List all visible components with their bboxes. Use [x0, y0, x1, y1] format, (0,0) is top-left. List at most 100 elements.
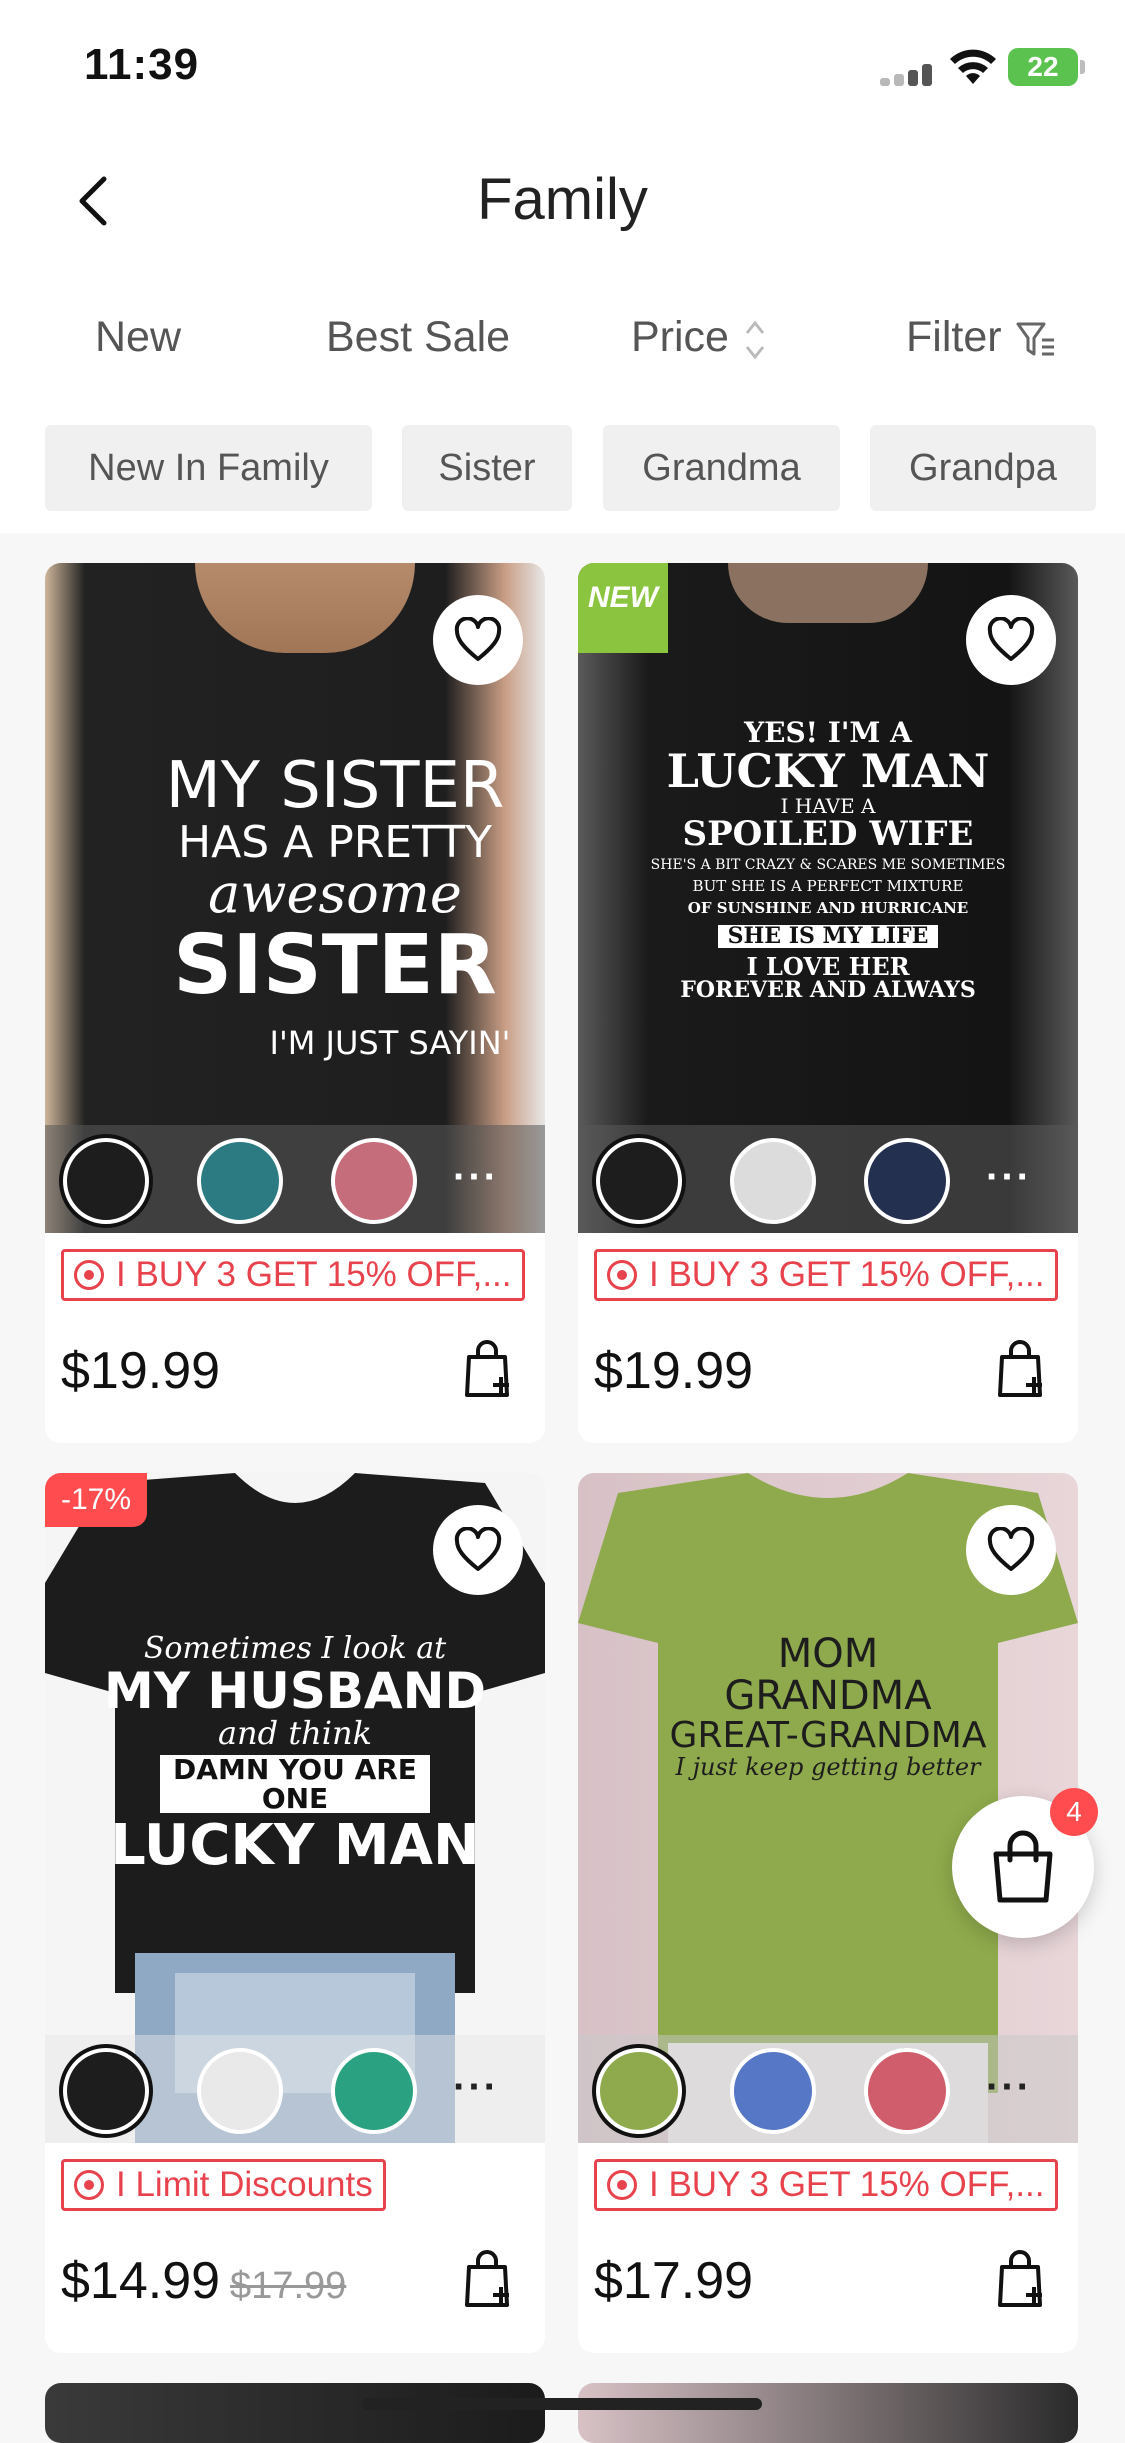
promo-tag: I BUY 3 GET 15% OFF,...: [594, 1249, 1058, 1301]
sort-best-sale-label: Best Sale: [326, 313, 511, 361]
chip-sister[interactable]: Sister: [402, 425, 572, 511]
add-to-cart-icon[interactable]: [461, 2249, 515, 2309]
shirt-print: Sometimes I look at MY HUSBAND and think…: [45, 1633, 545, 1876]
product-card[interactable]: YES! I'M A LUCKY MAN I HAVE A SPOILED WI…: [578, 563, 1078, 1443]
product-card[interactable]: MY SISTER HAS A PRETTY awesome SISTER I'…: [45, 563, 545, 1443]
promo-tag: I BUY 3 GET 15% OFF,...: [61, 1249, 525, 1301]
shopping-bag-icon: [993, 1830, 1053, 1903]
heart-icon: [987, 1527, 1035, 1571]
chip-new-in-family[interactable]: New In Family: [45, 425, 372, 511]
product-image[interactable]: YES! I'M A LUCKY MAN I HAVE A SPOILED WI…: [578, 563, 1078, 1233]
shirt-text-line: LUCKY MAN: [110, 1813, 480, 1879]
sort-price-label: Price: [631, 313, 729, 361]
filter-icon: [1016, 322, 1054, 356]
shirt-text-line: I'M JUST SAYIN': [269, 1024, 511, 1063]
add-to-cart-icon[interactable]: [994, 1339, 1048, 1399]
discount-badge: -17%: [45, 1473, 148, 1527]
floating-cart-button[interactable]: 4: [952, 1788, 1098, 1938]
sort-filter-label: Filter: [906, 313, 1002, 361]
swatch-green[interactable]: [596, 2048, 682, 2134]
product-card[interactable]: Sometimes I look at MY HUSBAND and think…: [45, 1473, 545, 2353]
shirt-text-line: LUCKY MAN: [666, 744, 990, 799]
shirt-text-line: DAMN YOU ARE ONE: [160, 1754, 430, 1814]
sort-best-sale[interactable]: Best Sale: [326, 300, 510, 374]
original-price: $17.99: [230, 2265, 347, 2307]
current-price: $14.99: [61, 2252, 221, 2310]
swatch-pink[interactable]: [331, 1138, 417, 1224]
shirt-text-line: GRANDMA: [724, 1673, 932, 1719]
shirt-text-line: SHE IS MY LIFE: [718, 924, 938, 948]
product-price: $14.99 $17.99: [61, 2251, 346, 2311]
product-price: $19.99: [594, 1342, 754, 1400]
shirt-text-line: SPOILED WIFE: [682, 813, 974, 854]
battery-icon: 22: [1008, 48, 1085, 86]
sort-new-label: New: [95, 313, 182, 361]
heart-icon: [454, 617, 502, 661]
swatch-white[interactable]: [730, 1138, 816, 1224]
more-colors-button[interactable]: ···: [986, 1155, 1032, 1200]
swatch-white[interactable]: [197, 2048, 283, 2134]
shirt-text-line: MY SISTER: [165, 749, 505, 823]
new-badge: NEW: [578, 563, 668, 653]
more-colors-button[interactable]: ···: [986, 2065, 1032, 2110]
promo-text: I BUY 3 GET 15% OFF,...: [649, 2165, 1045, 2204]
cellular-signal-icon: [880, 64, 936, 86]
shirt-text-line: MY HUSBAND: [104, 1661, 486, 1720]
product-image[interactable]: Sometimes I look at MY HUSBAND and think…: [45, 1473, 545, 2143]
shirt-text-line: FOREVER AND ALWAYS: [680, 976, 976, 1003]
shirt-text-line: BUT SHE IS A PERFECT MIXTURE: [692, 877, 964, 896]
swatch-red[interactable]: [864, 2048, 950, 2134]
favorite-button[interactable]: [433, 595, 523, 685]
product-price: $19.99: [61, 1342, 221, 1400]
tag-icon: [607, 1260, 637, 1290]
swatch-black[interactable]: [63, 1138, 149, 1224]
shirt-text-line: Sometimes I look at: [143, 1631, 447, 1666]
favorite-button[interactable]: [966, 595, 1056, 685]
add-to-cart-icon[interactable]: [994, 2249, 1048, 2309]
promo-tag: I Limit Discounts: [61, 2159, 386, 2211]
tag-icon: [607, 2170, 637, 2200]
status-time: 11:39: [84, 40, 200, 89]
shirt-text-line: SHE'S A BIT CRAZY & SCARES ME SOMETIMES: [650, 857, 1006, 874]
swatch-green[interactable]: [331, 2048, 417, 2134]
more-colors-button[interactable]: ···: [453, 2065, 499, 2110]
tag-icon: [74, 2170, 104, 2200]
add-to-cart-icon[interactable]: [461, 1339, 515, 1399]
battery-level: 22: [1027, 51, 1059, 82]
swatch-black[interactable]: [596, 1138, 682, 1224]
shirt-text-line: I just keep getting better: [675, 1752, 981, 1781]
swatch-black[interactable]: [63, 2048, 149, 2134]
home-indicator: [362, 2398, 762, 2410]
shirt-text-line: I LOVE HER: [746, 951, 910, 981]
sort-price[interactable]: Price: [631, 300, 769, 374]
swatch-teal[interactable]: [197, 1138, 283, 1224]
chip-grandpa[interactable]: Grandpa: [870, 425, 1096, 511]
chip-grandma[interactable]: Grandma: [603, 425, 840, 511]
swatch-navy[interactable]: [864, 1138, 950, 1224]
product-card[interactable]: [578, 2383, 1078, 2443]
product-card[interactable]: [45, 2383, 545, 2443]
model-neck: [728, 563, 928, 623]
color-swatches: ···: [45, 1125, 545, 1233]
color-swatches: ···: [578, 1125, 1078, 1233]
header-area: 11:39 22 Family New Best Sale Price Filt…: [0, 0, 1125, 533]
color-swatches: ···: [45, 2035, 545, 2143]
promo-text: I BUY 3 GET 15% OFF,...: [116, 1255, 512, 1294]
heart-icon: [987, 617, 1035, 661]
cart-count-badge: 4: [1050, 1788, 1098, 1836]
favorite-button[interactable]: [966, 1505, 1056, 1595]
page-title: Family: [477, 167, 648, 232]
sort-bar: New Best Sale Price Filter: [0, 300, 1125, 374]
shirt-print: MOM GRANDMA GREAT-GRANDMA I just keep ge…: [578, 1633, 1078, 1780]
sort-filter[interactable]: Filter: [906, 300, 1058, 374]
product-image[interactable]: MY SISTER HAS A PRETTY awesome SISTER I'…: [45, 563, 545, 1233]
shirt-text-line: awesome: [208, 862, 462, 926]
sort-new[interactable]: New: [95, 300, 181, 374]
promo-tag: I BUY 3 GET 15% OFF,...: [594, 2159, 1058, 2211]
shirt-print: YES! I'M A LUCKY MAN I HAVE A SPOILED WI…: [578, 718, 1078, 1002]
sort-arrows-icon: [745, 320, 765, 360]
swatch-blue[interactable]: [730, 2048, 816, 2134]
more-colors-button[interactable]: ···: [453, 1155, 499, 1200]
favorite-button[interactable]: [433, 1505, 523, 1595]
shirt-text-line: SISTER: [173, 918, 497, 1014]
